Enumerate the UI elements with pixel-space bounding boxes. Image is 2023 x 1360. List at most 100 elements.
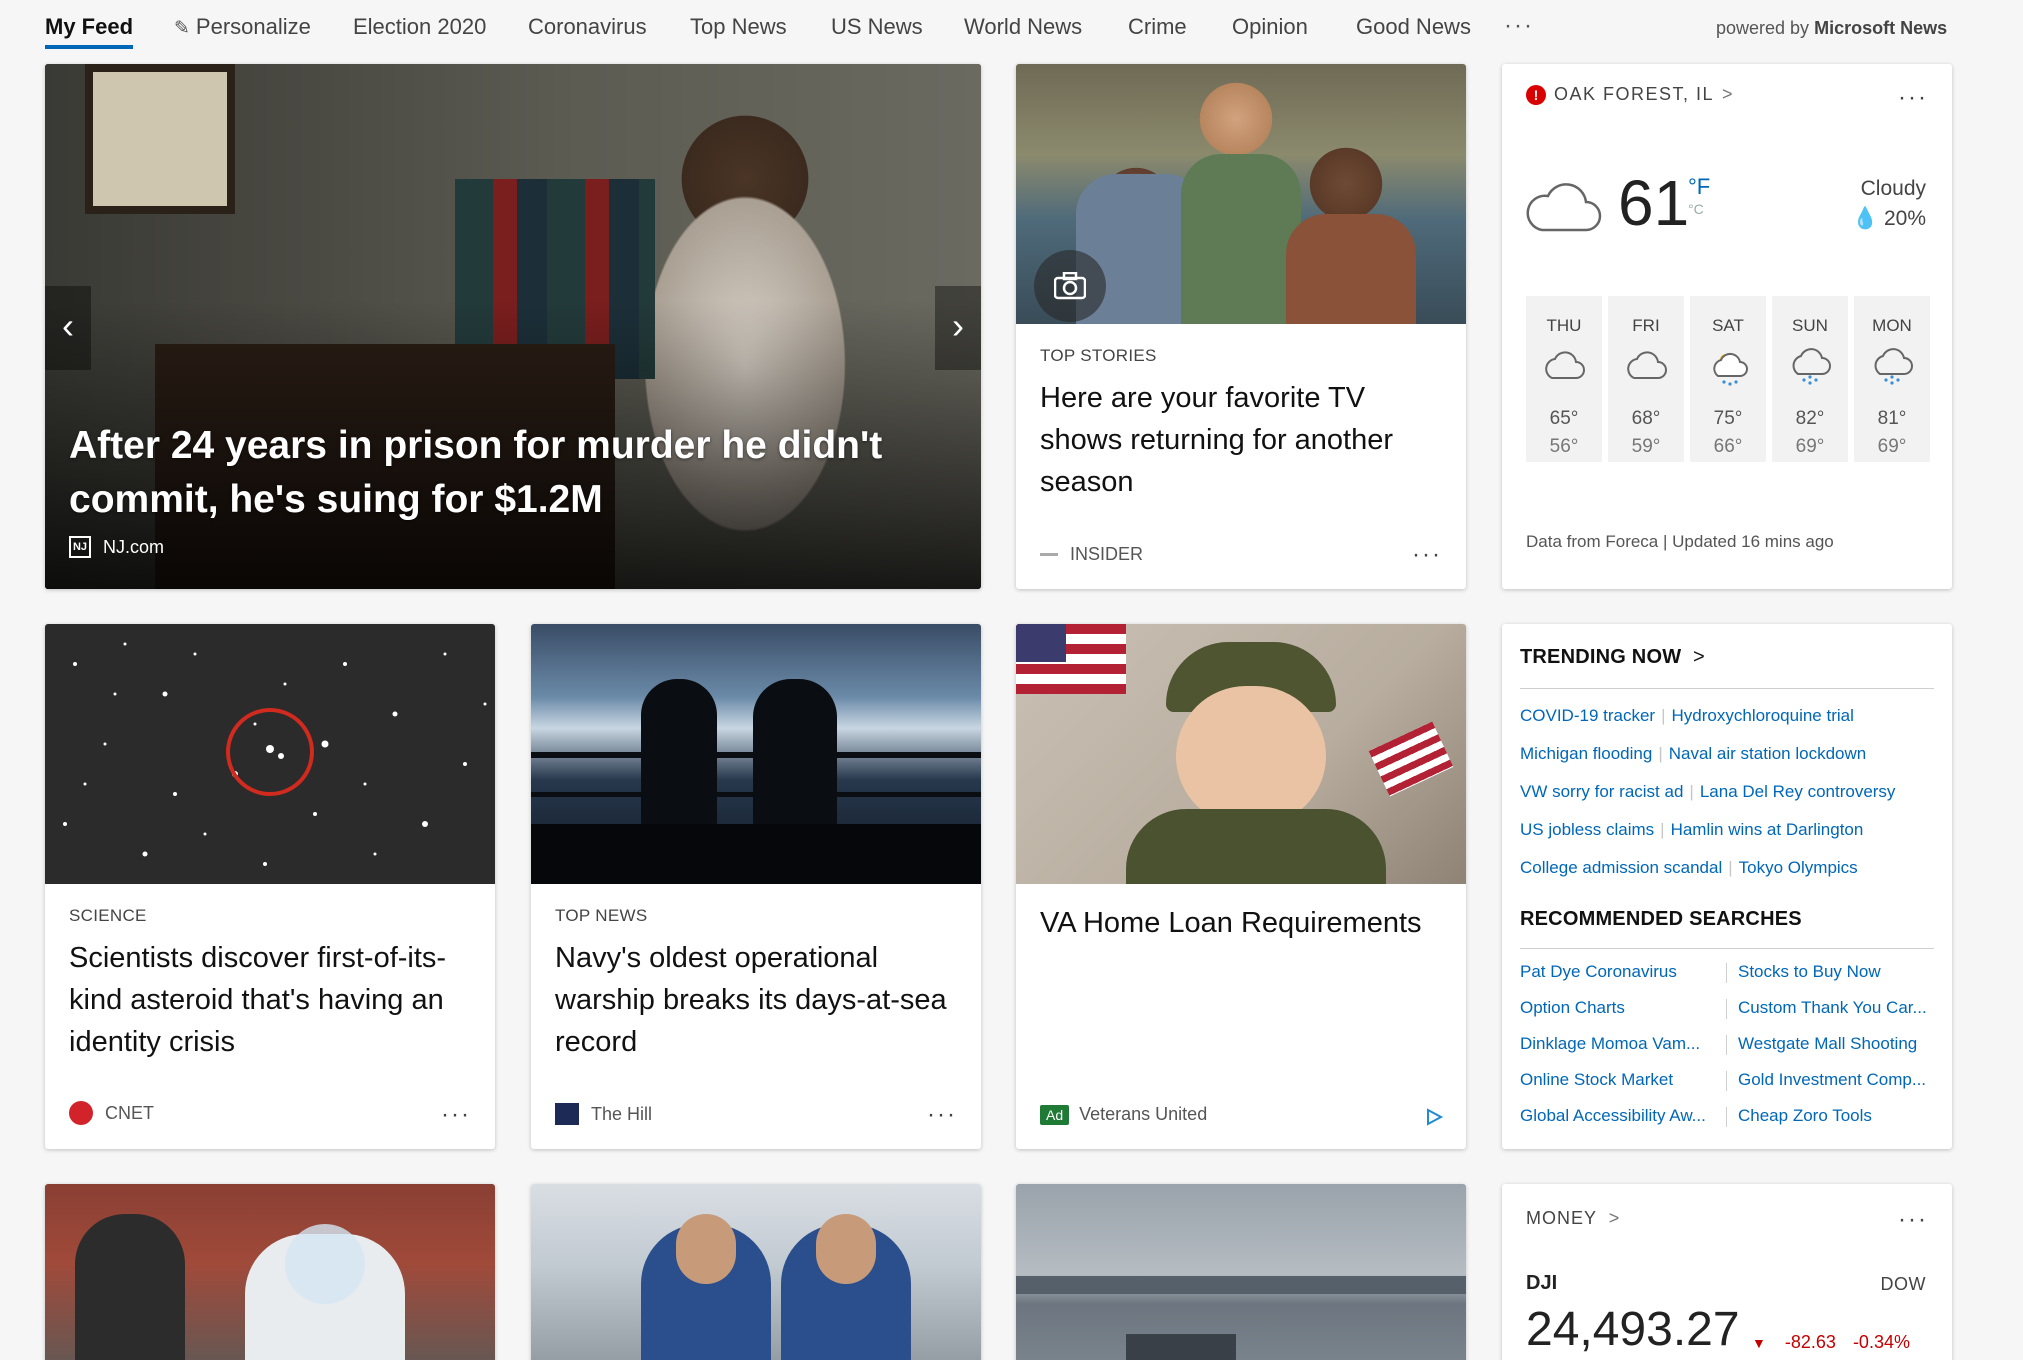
trending-link[interactable]: Michigan flooding <box>1520 744 1652 763</box>
forecast-low: 56° <box>1549 436 1579 457</box>
top-story-card[interactable]: TOP STORIES Here are your favorite TV sh… <box>1016 64 1466 589</box>
article-more-button[interactable]: ··· <box>1412 541 1442 569</box>
article-card[interactable]: SCIENCE Scientists discover first-of-its… <box>45 624 495 1149</box>
forecast-day[interactable]: FRI 68° 59° <box>1608 296 1684 462</box>
trending-row: College admission scandal | Tokyo Olympics <box>1520 858 1858 878</box>
recommended-link[interactable]: Option Charts <box>1520 998 1716 1018</box>
hero-carousel[interactable]: ‹ › After 24 years in prison for murder … <box>45 64 981 589</box>
warship-image <box>531 624 981 884</box>
trending-heading[interactable]: TRENDING NOW > <box>1520 646 1705 669</box>
forecast-day[interactable]: SAT 75° 66° <box>1690 296 1766 462</box>
recommended-link[interactable]: Gold Investment Comp... <box>1738 1070 1938 1090</box>
article-more-button[interactable]: ··· <box>441 1101 471 1129</box>
trending-link[interactable]: Lana Del Rey controversy <box>1700 782 1896 801</box>
raindrop-icon: 💧 <box>1851 207 1879 230</box>
forecast-day-label: THU <box>1546 316 1582 335</box>
recommended-link[interactable]: Stocks to Buy Now <box>1738 962 1938 982</box>
nav-more-button[interactable]: ··· <box>1504 12 1534 40</box>
money-card[interactable]: MONEY > ··· DJI DOW 24,493.27 ▼ -82.63 -… <box>1502 1184 1952 1360</box>
insider-logo-icon <box>1040 553 1058 556</box>
trending-heading-label: TRENDING NOW <box>1520 646 1682 668</box>
article-card[interactable] <box>45 1184 495 1360</box>
index-name: DOW <box>1880 1274 1926 1294</box>
article-headline[interactable]: Navy's oldest operational warship breaks… <box>555 937 957 1063</box>
pencil-icon: ✎ <box>174 18 190 39</box>
powered-by: powered by Microsoft News <box>1716 18 1947 39</box>
ad-headline[interactable]: VA Home Loan Requirements <box>1040 907 1422 940</box>
nav-opinion[interactable]: Opinion <box>1232 14 1308 40</box>
chevron-left-icon: ‹ <box>62 305 74 346</box>
trending-link[interactable]: Naval air station lockdown <box>1669 744 1866 763</box>
trending-link[interactable]: Tokyo Olympics <box>1739 858 1858 877</box>
hero-headline[interactable]: After 24 years in prison for murder he d… <box>69 419 949 527</box>
ad-choices-icon[interactable] <box>1424 1107 1444 1127</box>
recommended-link[interactable]: Pat Dye Coronavirus <box>1520 962 1716 982</box>
astronauts-image <box>531 1184 981 1360</box>
separator <box>1726 1107 1727 1127</box>
recommended-link[interactable]: Dinklage Momoa Vam... <box>1520 1034 1716 1054</box>
weather-alert-icon[interactable]: ! <box>1526 84 1546 105</box>
weather-card[interactable]: ! OAK FOREST, IL > ··· 61 °F °C Cloudy 💧… <box>1502 64 1952 589</box>
powered-brand: Microsoft News <box>1814 18 1948 38</box>
forecast-high: 75° <box>1713 408 1743 429</box>
forecast-day[interactable]: MON 81° 69° <box>1854 296 1930 462</box>
article-source: The Hill <box>555 1103 652 1125</box>
nav-us-news[interactable]: US News <box>831 14 923 40</box>
temperature-units[interactable]: °F °C <box>1688 176 1710 220</box>
cloud-icon <box>1545 351 1585 379</box>
powered-prefix: powered by <box>1716 18 1810 38</box>
harbor-image <box>1016 1184 1466 1360</box>
nav-election-2020[interactable]: Election 2020 <box>353 14 486 40</box>
money-label[interactable]: MONEY > <box>1526 1208 1620 1229</box>
nav-good-news[interactable]: Good News <box>1356 14 1471 40</box>
article-card[interactable] <box>531 1184 981 1360</box>
article-more-button[interactable]: ··· <box>927 1101 957 1129</box>
nav-coronavirus[interactable]: Coronavirus <box>528 14 647 40</box>
article-category: TOP STORIES <box>1040 346 1157 365</box>
separator: | <box>1689 782 1694 801</box>
nav-crime[interactable]: Crime <box>1128 14 1187 40</box>
weather-location[interactable]: ! OAK FOREST, IL > <box>1526 84 1734 105</box>
separator: | <box>1728 858 1733 877</box>
the-hill-logo-icon <box>555 1103 579 1125</box>
trending-link[interactable]: US jobless claims <box>1520 820 1654 839</box>
trending-link[interactable]: College admission scandal <box>1520 858 1722 877</box>
trending-link[interactable]: Hydroxychloroquine trial <box>1672 706 1854 725</box>
precip-chance: 20% <box>1883 207 1926 230</box>
nav-my-feed[interactable]: My Feed <box>45 14 134 49</box>
trending-link[interactable]: VW sorry for racist ad <box>1520 782 1683 801</box>
recommended-link[interactable]: Custom Thank You Car... <box>1738 998 1938 1018</box>
nav-top-news[interactable]: Top News <box>690 14 787 40</box>
hero-source: NJ NJ.com <box>69 536 164 558</box>
recommended-link[interactable]: Global Accessibility Aw... <box>1520 1106 1716 1126</box>
top-story-image <box>1016 64 1466 324</box>
asteroid-image <box>45 624 495 884</box>
recommended-link[interactable]: Westgate Mall Shooting <box>1738 1034 1938 1054</box>
forecast-day[interactable]: THU 65° 56° <box>1526 296 1602 462</box>
nav-world-news[interactable]: World News <box>964 14 1082 40</box>
article-card[interactable]: TOP NEWS Navy's oldest operational warsh… <box>531 624 981 1149</box>
ad-card[interactable]: VA Home Loan Requirements Ad Veterans Un… <box>1016 624 1466 1149</box>
carousel-prev-button[interactable]: ‹ <box>45 286 91 370</box>
cnet-logo-icon <box>69 1101 93 1125</box>
sun-rain-icon <box>1713 352 1748 386</box>
recommended-link[interactable]: Cheap Zoro Tools <box>1738 1106 1938 1126</box>
weather-more-button[interactable]: ··· <box>1898 84 1928 112</box>
stock-symbol: DJI <box>1526 1272 1558 1294</box>
forecast-day[interactable]: SUN 82° 69° <box>1772 296 1848 462</box>
money-more-button[interactable]: ··· <box>1898 1206 1928 1234</box>
nav-personalize[interactable]: ✎ Personalize <box>174 14 311 40</box>
trending-link[interactable]: Hamlin wins at Darlington <box>1671 820 1864 839</box>
recommended-heading: RECOMMENDED SEARCHES <box>1520 908 1802 930</box>
article-headline[interactable]: Here are your favorite TV shows returnin… <box>1040 377 1442 503</box>
recommended-link[interactable]: Online Stock Market <box>1520 1070 1716 1090</box>
forecast-high: 65° <box>1549 408 1579 429</box>
trending-link[interactable]: COVID-19 tracker <box>1520 706 1655 725</box>
unit-celsius[interactable]: °C <box>1688 198 1710 220</box>
divider <box>1520 948 1934 949</box>
unit-fahrenheit[interactable]: °F <box>1688 176 1710 198</box>
article-card[interactable] <box>1016 1184 1466 1360</box>
forecast-strip: THU 65° 56° FRI 68° 59° SAT 75° 66° SUN 82° 69° MON 8… <box>1526 296 1930 462</box>
article-headline[interactable]: Scientists discover first-of-its-kind as… <box>69 937 471 1063</box>
carousel-next-button[interactable]: › <box>935 286 981 370</box>
